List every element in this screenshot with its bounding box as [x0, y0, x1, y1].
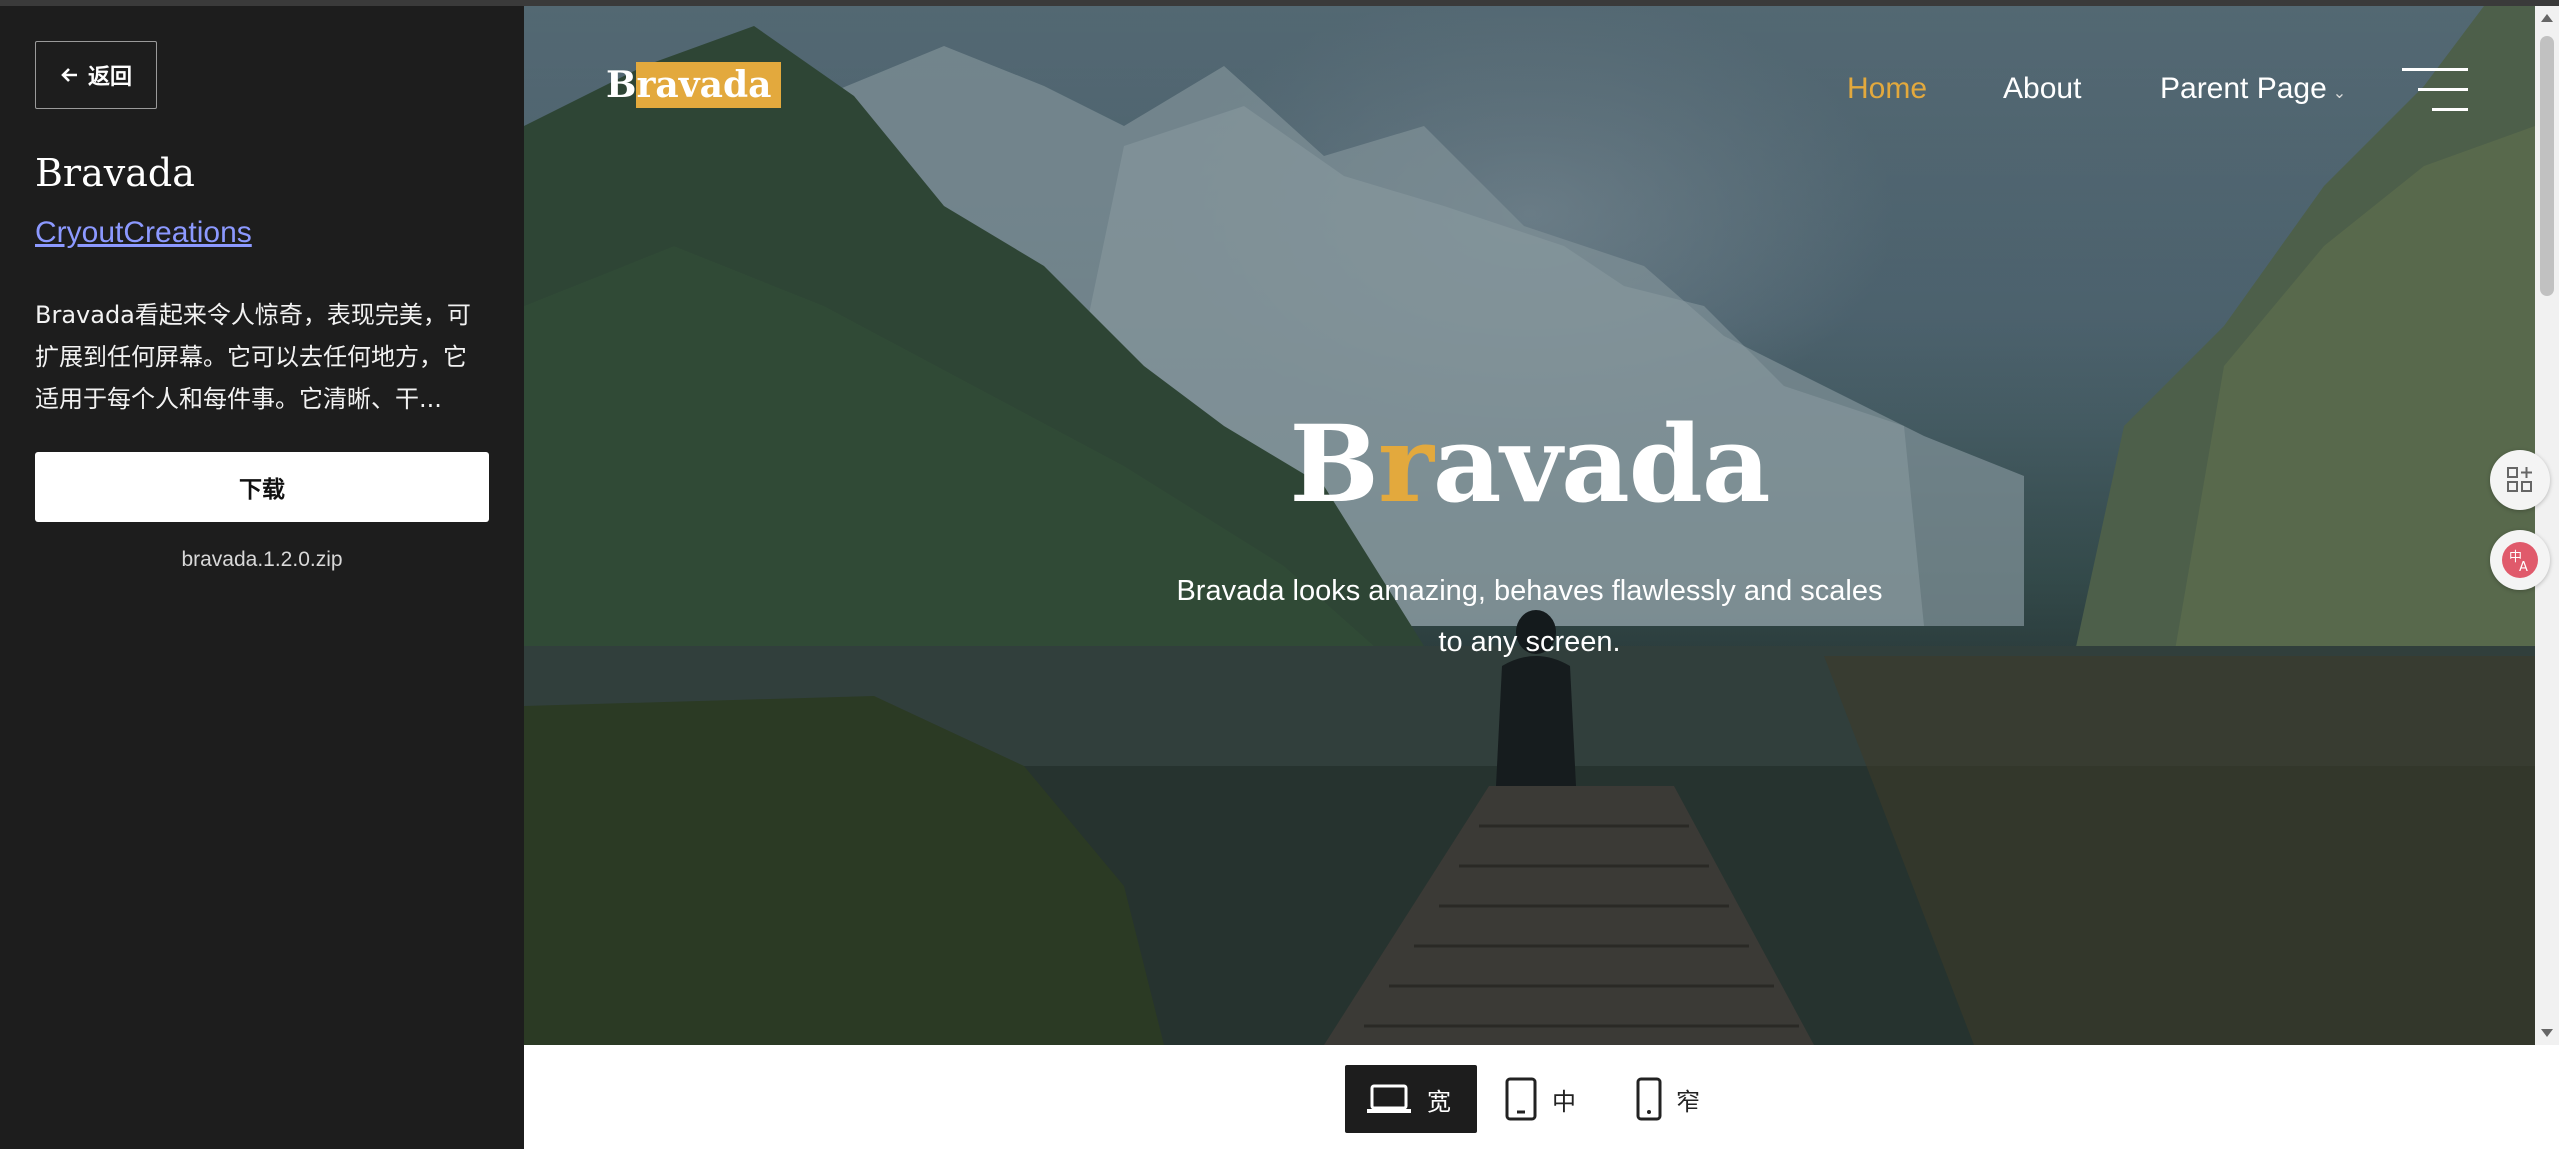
- nav-home[interactable]: Home: [1847, 72, 1927, 106]
- device-wide-button[interactable]: 宽: [1345, 1065, 1477, 1133]
- arrow-left-icon: [61, 68, 77, 82]
- download-button[interactable]: 下载: [35, 452, 489, 522]
- nav-parent-label: Parent Page: [2160, 72, 2327, 105]
- logo-text-prefix: B: [606, 64, 637, 106]
- device-toolbar: 宽 中 窄: [524, 1045, 2559, 1149]
- hero-title-part: avada: [1432, 401, 1771, 526]
- svg-text:A: A: [2519, 560, 2528, 575]
- download-filename: bravada.1.2.0.zip: [181, 548, 343, 571]
- hero-title-part: B: [1289, 401, 1379, 526]
- hero-subtitle: Bravada looks amazing, behaves flawlessl…: [1176, 575, 1883, 658]
- tablet-icon: [1505, 1077, 1537, 1121]
- scroll-down-arrow-icon[interactable]: [2541, 1029, 2553, 1037]
- device-narrow-button[interactable]: 窄: [1616, 1065, 1720, 1133]
- author-link[interactable]: CryoutCreations: [35, 216, 252, 250]
- site-logo[interactable]: Bravada: [606, 62, 782, 108]
- nav-about[interactable]: About: [2003, 72, 2081, 106]
- chevron-down-icon: ⌄: [2332, 85, 2347, 102]
- back-button[interactable]: 返回: [35, 41, 157, 109]
- translate-icon: 中 A: [2502, 542, 2538, 578]
- hamburger-menu-icon[interactable]: [2402, 68, 2468, 112]
- theme-details-sidebar: 返回 Bravada CryoutCreations Bravada看起来令人惊…: [0, 6, 524, 1149]
- phone-icon: [1636, 1077, 1662, 1121]
- device-wide-label: 宽: [1427, 1087, 1451, 1116]
- theme-preview: Bravada Home About Parent Page ⌄ Bravada …: [524, 6, 2535, 1045]
- preview-scrollbar[interactable]: [2535, 6, 2559, 1045]
- device-narrow-label: 窄: [1676, 1087, 1700, 1116]
- scroll-up-arrow-icon[interactable]: [2541, 14, 2553, 22]
- theme-description: Bravada看起来令人惊奇，表现完美，可扩展到任何屏幕。它可以去任何地方，它适…: [35, 301, 471, 413]
- device-medium-button[interactable]: 中: [1484, 1065, 1596, 1133]
- apps-add-icon: [2507, 467, 2532, 492]
- scrollbar-thumb[interactable]: [2540, 36, 2554, 296]
- theme-name: Bravada: [35, 151, 195, 195]
- laptop-icon: [1367, 1084, 1411, 1113]
- device-medium-label: 中: [1552, 1087, 1576, 1116]
- apps-add-button[interactable]: [2490, 450, 2550, 510]
- back-label: 返回: [87, 65, 132, 90]
- logo-text-highlight: ravada: [636, 62, 782, 108]
- hero-title-accent: r: [1377, 401, 1434, 526]
- nav-parent-page[interactable]: Parent Page ⌄: [2160, 72, 2346, 106]
- translate-button[interactable]: 中 A: [2490, 530, 2550, 590]
- hero-title: Bravada: [524, 401, 2535, 526]
